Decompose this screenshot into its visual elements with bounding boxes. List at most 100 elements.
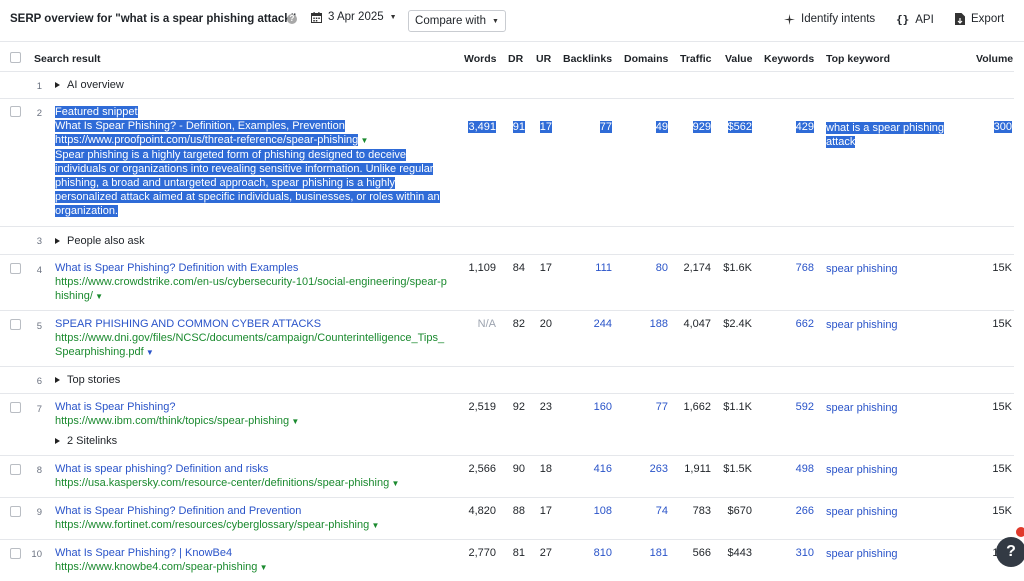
table-row: 10 What Is Spear Phishing? | KnowBe4 htt… <box>0 540 1014 581</box>
result-url-link-cont[interactable]: hishing/ <box>55 290 93 302</box>
compare-with-button[interactable]: Compare with ▼ <box>408 10 506 32</box>
keywords-link[interactable]: 768 <box>796 262 814 274</box>
result-url-link-cont[interactable]: Spearphishing.pdf <box>55 346 144 358</box>
result-title-link[interactable]: SPEAR PHISHING AND COMMON CYBER ATTACKS <box>55 318 321 330</box>
table-header: Search result Words DR UR Backlinks Doma… <box>0 44 1014 72</box>
chevron-down-icon[interactable]: ▼ <box>93 292 103 301</box>
keywords-link[interactable]: 498 <box>796 463 814 475</box>
result-url-link[interactable]: https://www.fortinet.com/resources/cyber… <box>55 519 369 531</box>
table-row: 1 AI overview <box>0 72 1014 99</box>
row-index: 8 <box>36 465 42 476</box>
result-title-link[interactable]: What Is Spear Phishing? - Definition, Ex… <box>55 120 345 132</box>
chevron-down-icon[interactable]: ▼ <box>358 136 368 145</box>
backlinks-link[interactable]: 77 <box>599 121 612 133</box>
result-url-link[interactable]: https://www.ibm.com/think/topics/spear-p… <box>55 415 289 427</box>
keywords-link[interactable]: 662 <box>796 318 814 330</box>
backlinks-link[interactable]: 416 <box>594 463 612 475</box>
help-chat-icon[interactable]: ? <box>996 537 1024 567</box>
backlinks-link[interactable]: 111 <box>595 262 612 274</box>
traffic-value: 2,174 <box>683 262 711 274</box>
row-index: 10 <box>31 549 42 560</box>
result-cell: What is Spear Phishing? Definition and P… <box>55 504 455 533</box>
chevron-down-icon[interactable]: ▼ <box>369 521 379 530</box>
select-all-checkbox[interactable] <box>10 52 21 63</box>
chevron-down-icon[interactable]: ▼ <box>257 563 268 572</box>
row-index: 1 <box>36 81 42 92</box>
col-top-keyword[interactable]: Top keyword <box>826 53 890 65</box>
top-keyword-link[interactable]: spear phishing <box>826 547 956 561</box>
col-keywords[interactable]: Keywords <box>764 53 814 65</box>
domains-link[interactable]: 80 <box>656 262 668 274</box>
row-checkbox[interactable] <box>10 402 21 413</box>
chevron-down-icon[interactable]: ▼ <box>389 479 399 488</box>
col-volume[interactable]: Volume <box>976 53 1013 65</box>
result-title-link[interactable]: What is Spear Phishing? Definition with … <box>55 262 298 274</box>
row-checkbox[interactable] <box>10 263 21 274</box>
expand-top-stories[interactable]: Top stories <box>55 374 120 386</box>
keywords-link[interactable]: 429 <box>795 121 814 133</box>
domains-link[interactable]: 263 <box>650 463 668 475</box>
value-value: $670 <box>727 505 752 517</box>
col-value[interactable]: Value <box>725 53 752 65</box>
col-traffic[interactable]: Traffic <box>680 53 712 65</box>
chevron-down-icon[interactable]: ▼ <box>289 417 299 426</box>
result-title-link[interactable]: What Is Spear Phishing? | KnowBe4 <box>55 547 232 559</box>
result-url-link[interactable]: https://www.knowbe4.com/spear-phishing <box>55 561 257 573</box>
export-file-icon <box>955 13 965 25</box>
chevron-down-icon[interactable]: ▼ <box>144 348 154 357</box>
keywords-link[interactable]: 266 <box>796 505 814 517</box>
domains-link[interactable]: 181 <box>650 547 668 559</box>
col-ur[interactable]: UR <box>536 53 551 65</box>
caret-right-icon <box>55 82 60 88</box>
keywords-link[interactable]: 310 <box>796 547 814 559</box>
export-button[interactable]: Export <box>955 13 1004 25</box>
top-keyword-link[interactable]: spear phishing <box>826 262 956 276</box>
api-button[interactable]: {} API <box>896 13 934 26</box>
col-domains[interactable]: Domains <box>624 53 668 65</box>
col-search-result[interactable]: Search result <box>34 53 101 65</box>
result-title-link[interactable]: What is Spear Phishing? <box>55 401 175 413</box>
chevron-down-icon: ▼ <box>389 13 397 21</box>
col-backlinks[interactable]: Backlinks <box>563 53 612 65</box>
row-index: 9 <box>36 507 42 518</box>
dr-value: 90 <box>512 463 525 475</box>
col-words[interactable]: Words <box>464 53 496 65</box>
expand-ai-overview[interactable]: AI overview <box>55 79 124 91</box>
top-keyword-link[interactable]: what is a spear phishing attack <box>826 121 956 149</box>
top-keyword-link[interactable]: spear phishing <box>826 401 956 415</box>
result-url-link[interactable]: https://www.dni.gov/files/NCSC/documents… <box>55 332 444 344</box>
backlinks-link[interactable]: 244 <box>594 318 612 330</box>
scrollbar-track[interactable] <box>1014 44 1024 581</box>
row-checkbox[interactable] <box>10 464 21 475</box>
domains-link[interactable]: 77 <box>656 401 668 413</box>
result-url-link[interactable]: https://www.crowdstrike.com/en-us/cybers… <box>55 276 447 288</box>
table-row: 3 People also ask <box>0 227 1014 255</box>
table-row: 9 What is Spear Phishing? Definition and… <box>0 498 1014 540</box>
date-picker[interactable]: 3 Apr 2025 ▼ <box>311 11 397 23</box>
backlinks-link[interactable]: 810 <box>594 547 612 559</box>
row-checkbox[interactable] <box>10 106 21 117</box>
export-label: Export <box>971 13 1005 25</box>
backlinks-link[interactable]: 160 <box>594 401 612 413</box>
expand-people-also-ask[interactable]: People also ask <box>55 235 145 247</box>
sparkle-icon <box>784 13 795 25</box>
row-checkbox[interactable] <box>10 506 21 517</box>
domains-link[interactable]: 74 <box>656 505 668 517</box>
top-keyword-link[interactable]: spear phishing <box>826 505 956 519</box>
result-title-link[interactable]: What is Spear Phishing? Definition and P… <box>55 505 301 517</box>
question-circle-icon[interactable]: ? <box>287 14 297 24</box>
row-checkbox[interactable] <box>10 548 21 559</box>
backlinks-link[interactable]: 108 <box>594 505 612 517</box>
expand-sitelinks[interactable]: 2 Sitelinks <box>55 435 117 447</box>
identify-intents-button[interactable]: Identify intents <box>784 13 875 25</box>
result-title-link[interactable]: What is spear phishing? Definition and r… <box>55 463 268 475</box>
row-checkbox[interactable] <box>10 319 21 330</box>
result-url-link[interactable]: https://usa.kaspersky.com/resource-cente… <box>55 477 389 489</box>
top-keyword-link[interactable]: spear phishing <box>826 318 956 332</box>
domains-link[interactable]: 49 <box>655 121 668 133</box>
top-keyword-link[interactable]: spear phishing <box>826 463 956 477</box>
keywords-link[interactable]: 592 <box>796 401 814 413</box>
domains-link[interactable]: 188 <box>650 318 668 330</box>
col-dr[interactable]: DR <box>508 53 523 65</box>
result-url-link[interactable]: https://www.proofpoint.com/us/threat-ref… <box>55 134 359 146</box>
